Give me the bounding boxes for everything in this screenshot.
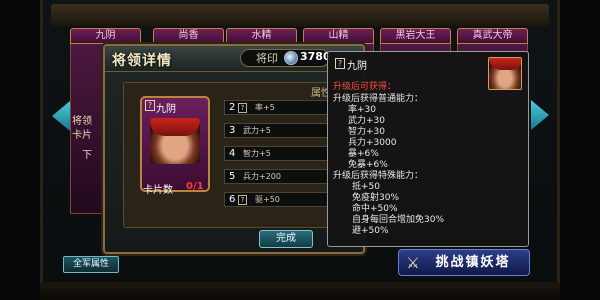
- level-number: 3: [229, 125, 236, 136]
- seal-label: 将印: [256, 52, 278, 65]
- tooltip-hero-name: 九阴: [347, 61, 367, 72]
- level-bonus-text: 智力+5: [243, 149, 271, 158]
- level-row: 5 兵力+200: [224, 169, 330, 184]
- level-row: 6 ? 驱+50: [224, 192, 330, 207]
- level-number: 5: [229, 171, 236, 182]
- tooltip-name-glyph: ?: [335, 58, 345, 69]
- stat-glyph: ?: [238, 195, 247, 205]
- stat-glyph: ?: [238, 103, 247, 113]
- tab-character-1[interactable]: 九阴: [70, 28, 141, 44]
- tooltip-line: 升级后获得特殊能力：: [333, 171, 424, 181]
- tooltip-line: 武力+30: [348, 116, 385, 126]
- level-row: 3 武力+5: [224, 123, 330, 138]
- level-bonus-text: 武力+5: [243, 126, 271, 135]
- level-number: 4: [229, 148, 236, 159]
- tooltip-line: 自身每回合增加免30%: [352, 215, 445, 225]
- bottom-bar: [40, 282, 560, 300]
- crossed-swords-icon: ⚔: [406, 254, 420, 272]
- left-card-line-3: 下: [82, 150, 92, 161]
- level-number: 6: [229, 194, 236, 205]
- tooltip-line: 升级后可获得：: [333, 82, 397, 92]
- tooltip-line: 避+50%: [352, 226, 389, 236]
- hero-portrait-hair: [150, 118, 200, 136]
- tooltip-line: 免暴+6%: [348, 160, 388, 170]
- seal-gem-icon: [284, 51, 298, 65]
- tooltip-line: 命中+50%: [352, 204, 398, 214]
- left-card-line-1: 将领: [72, 116, 92, 127]
- tab-character-5[interactable]: 黑岩大王: [380, 28, 451, 44]
- level-bonus-text: 兵力+200: [243, 172, 281, 181]
- card-count-value: 0/1: [186, 181, 204, 192]
- window-title: 将领详情: [112, 53, 172, 69]
- tooltip-line: 升级后获得普通能力：: [333, 94, 424, 104]
- card-count-label: 卡片数: [143, 185, 173, 196]
- tab-character-2[interactable]: 尚香: [153, 28, 224, 44]
- tooltip-line: 兵力+3000: [348, 138, 397, 148]
- level-bonus-text: 驱+50: [255, 195, 280, 204]
- tooltip-line: 抵+50: [352, 182, 380, 192]
- tooltip-line: 暴+6%: [348, 149, 379, 159]
- tooltip-line: 率+30: [348, 105, 376, 115]
- tooltip-line: 智力+30: [348, 127, 385, 137]
- tab-character-4[interactable]: 山精: [303, 28, 374, 44]
- tab-character-6[interactable]: 真武大帝: [457, 28, 528, 44]
- complete-button[interactable]: 完成: [259, 230, 313, 248]
- tooltip-hero-portrait: [488, 57, 522, 90]
- army-attributes-button[interactable]: 全军属性: [63, 256, 119, 273]
- hero-name: 九阴: [156, 104, 176, 115]
- level-bonus-text: 率+5: [255, 103, 275, 112]
- left-card-line-2: 卡片: [72, 130, 92, 141]
- hero-name-glyph: ?: [145, 100, 155, 111]
- level-row: 4 智力+5: [224, 146, 330, 161]
- tab-character-3[interactable]: 水精: [226, 28, 297, 44]
- level-number: 2: [229, 102, 236, 113]
- level-row: 2 ? 率+5: [224, 100, 330, 115]
- tooltip-line: 免疫射30%: [352, 193, 400, 203]
